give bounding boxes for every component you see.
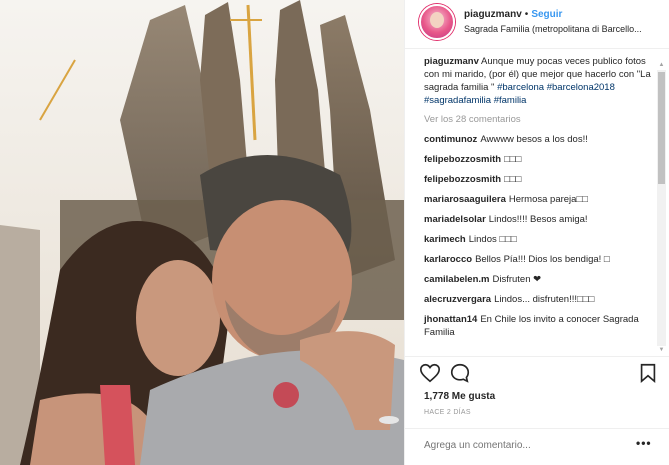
- comment-username[interactable]: mariadelsolar: [424, 214, 486, 225]
- photo-illustration: [0, 0, 404, 465]
- comments-list[interactable]: piaguzmanv Aunque muy pocas veces public…: [405, 54, 669, 354]
- comment-text: □□□: [504, 174, 522, 185]
- comment-text: Awwww besos a los dos!!: [480, 134, 588, 145]
- comment-text: Bellos Pía!!! Dios los bendiga! □: [475, 254, 610, 265]
- comment-item: alecruzvergara Lindos... disfruten!!!□□□: [424, 293, 656, 306]
- comment-item: mariarosaaguilera Hermosa pareja□□: [424, 193, 656, 206]
- like-count[interactable]: 1,778 Me gusta: [424, 391, 495, 402]
- more-options-button[interactable]: •••: [636, 436, 652, 450]
- post-photo[interactable]: [0, 0, 404, 465]
- comment-username[interactable]: camilabelen.m: [424, 274, 489, 285]
- speech-bubble-icon[interactable]: [449, 362, 471, 384]
- header-top-line: piaguzmanv • Seguir: [464, 8, 642, 22]
- header-username[interactable]: piaguzmanv: [464, 8, 522, 22]
- scroll-up-arrow-icon[interactable]: ▲: [658, 62, 665, 69]
- action-bar: [419, 362, 659, 386]
- header-divider: [405, 48, 669, 49]
- comment-item: karimech Lindos □□□: [424, 233, 656, 246]
- comment-item: felipebozzosmith □□□: [424, 173, 656, 186]
- comment-username[interactable]: karlarocco: [424, 254, 472, 265]
- avatar[interactable]: [419, 4, 455, 40]
- hashtag[interactable]: #sagradafamilia: [424, 95, 491, 106]
- header-text: piaguzmanv • Seguir Sagrada Familia (met…: [464, 8, 642, 36]
- header-separator: •: [524, 9, 529, 20]
- comment-item: camilabelen.m Disfruten ❤: [424, 273, 656, 286]
- heart-icon[interactable]: [419, 362, 441, 384]
- comment-text: Disfruten ❤: [492, 274, 542, 285]
- post-header: piaguzmanv • Seguir Sagrada Familia (met…: [405, 0, 669, 44]
- comment-username[interactable]: jhonattan14: [424, 314, 477, 325]
- comment-username[interactable]: contimunoz: [424, 134, 477, 145]
- scrollbar-thumb[interactable]: [658, 72, 665, 184]
- bookmark-icon[interactable]: [637, 362, 659, 384]
- comment-item: jhonattan14 En Chile los invito a conocer…: [424, 313, 656, 339]
- comment-text: Lindos!!!! Besos amiga!: [488, 214, 588, 225]
- comment-text: Lindos... disfruten!!!□□□: [494, 294, 595, 305]
- post-caption: piaguzmanv Aunque muy pocas veces public…: [424, 55, 656, 107]
- comment-username[interactable]: alecruzvergara: [424, 294, 491, 305]
- comment-text: Lindos □□□: [468, 234, 517, 245]
- view-all-comments-link[interactable]: Ver los 28 comentarios: [424, 114, 656, 126]
- hashtag[interactable]: #familia: [494, 95, 527, 106]
- post-timestamp[interactable]: HACE 2 DÍAS: [424, 409, 471, 416]
- comment-username[interactable]: karimech: [424, 234, 466, 245]
- comment-item: karlarocco Bellos Pía!!! Dios los bendiga…: [424, 253, 656, 266]
- post-side-panel: piaguzmanv • Seguir Sagrada Familia (met…: [404, 0, 669, 465]
- hashtag[interactable]: #barcelona: [497, 82, 544, 93]
- instagram-post: piaguzmanv • Seguir Sagrada Familia (met…: [0, 0, 669, 465]
- comment-text: Hermosa pareja□□: [508, 194, 588, 205]
- comment-input-divider: [405, 428, 669, 429]
- comment-item: felipebozzosmith □□□: [424, 153, 656, 166]
- comment-item: contimunoz Awwww besos a los dos!!: [424, 133, 656, 146]
- add-comment-input[interactable]: [424, 440, 614, 451]
- hashtag[interactable]: #barcelona2018: [547, 82, 615, 93]
- caption-username[interactable]: piaguzmanv: [424, 56, 479, 67]
- comment-username[interactable]: mariarosaaguilera: [424, 194, 506, 205]
- actions-divider: [405, 356, 669, 357]
- comment-username[interactable]: felipebozzosmith: [424, 154, 501, 165]
- follow-button[interactable]: Seguir: [531, 8, 562, 22]
- comment-item: mariadelsolar Lindos!!!! Besos amiga!: [424, 213, 656, 226]
- location-link[interactable]: Sagrada Familia (metropolitana di Barcel…: [464, 22, 642, 36]
- comment-text: □□□: [504, 154, 522, 165]
- scroll-down-arrow-icon[interactable]: ▼: [658, 347, 665, 354]
- comment-username[interactable]: felipebozzosmith: [424, 174, 501, 185]
